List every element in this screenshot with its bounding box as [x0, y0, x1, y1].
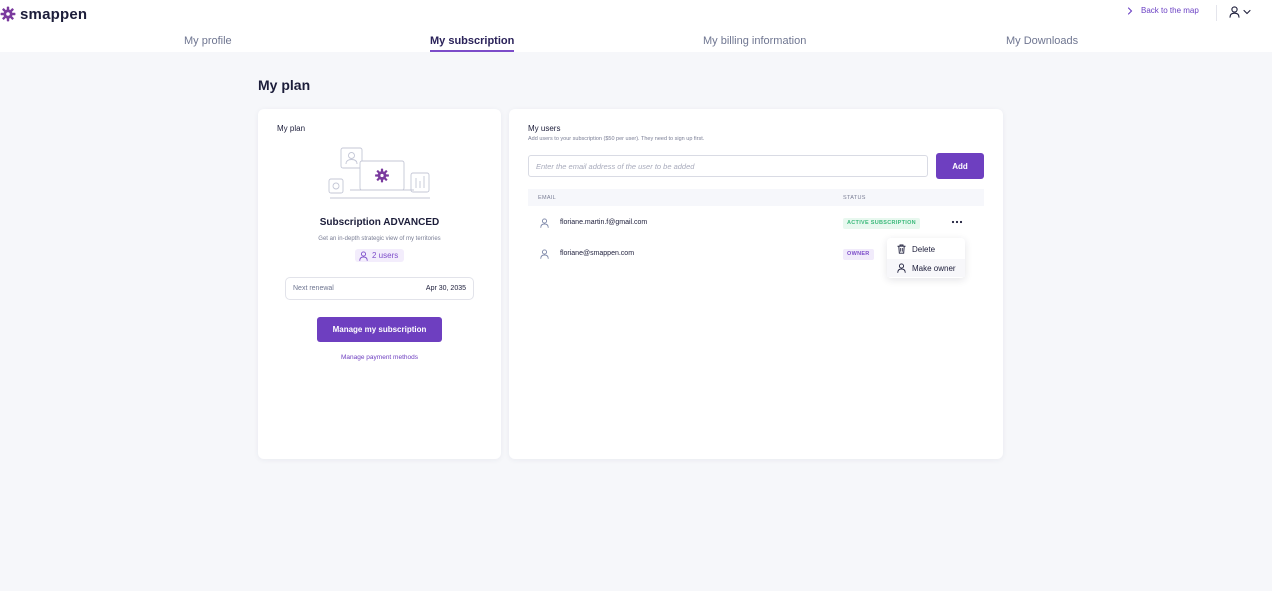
subscription-illustration-icon	[328, 147, 430, 199]
next-renewal-label: Next renewal	[293, 285, 334, 292]
chevron-down-icon	[1243, 9, 1251, 15]
page-title: My plan	[258, 77, 311, 93]
plan-description: Get an in-depth strategic view of my ter…	[318, 236, 441, 242]
more-options-icon[interactable]	[951, 216, 963, 228]
menu-item-delete[interactable]: Delete	[887, 240, 965, 258]
users-card: My users Add users to your subscription …	[509, 109, 1003, 459]
user-actions-menu: Delete Make owner	[887, 238, 965, 278]
plan-name: Subscription ADVANCED	[319, 217, 440, 228]
users-card-subtitle: Add users to your subscription ($50 per …	[528, 136, 705, 142]
back-to-map-link[interactable]: Back to the map	[1127, 6, 1199, 15]
users-table-header: EMAIL STATUS	[528, 189, 984, 206]
add-user-email-input[interactable]	[528, 155, 928, 177]
user-icon	[1229, 6, 1240, 18]
menu-item-make-owner-label: Make owner	[912, 263, 956, 273]
users-count-badge: 2 users	[355, 249, 405, 262]
tab-my-downloads[interactable]: My Downloads	[1006, 35, 1078, 47]
plan-card: My plan Subscription ADVANCED Get an in-…	[258, 109, 501, 459]
manage-subscription-button[interactable]: Manage my subscription	[317, 317, 442, 342]
next-renewal-date: Apr 30, 2035	[425, 285, 466, 292]
chevron-right-icon	[1127, 6, 1133, 15]
user-email: floriane@smappen.com	[560, 250, 635, 257]
column-header-status: STATUS	[843, 195, 866, 201]
tab-my-profile[interactable]: My profile	[184, 35, 232, 47]
table-row: floriane.martin.f@gmail.com ACTIVE SUBSC…	[528, 208, 984, 238]
users-card-title: My users	[528, 124, 561, 133]
status-badge: ACTIVE SUBSCRIPTION	[843, 218, 920, 229]
smappen-logo-icon	[0, 6, 16, 22]
next-renewal-box: Next renewal Apr 30, 2035	[285, 277, 474, 300]
top-bar: smappen Back to the map My profile My su…	[0, 0, 1272, 52]
app-logo[interactable]: smappen	[0, 5, 87, 23]
menu-item-delete-label: Delete	[912, 244, 936, 254]
add-user-button[interactable]: Add	[936, 153, 984, 179]
header-divider	[1216, 5, 1217, 21]
user-icon	[540, 249, 549, 259]
status-badge: OWNER	[843, 249, 874, 260]
tab-my-billing-information[interactable]: My billing information	[703, 35, 806, 47]
plan-card-title: My plan	[277, 124, 306, 133]
app-name: smappen	[20, 5, 88, 23]
user-menu-button[interactable]	[1229, 6, 1251, 18]
trash-icon	[897, 244, 906, 254]
manage-payment-methods-link[interactable]: Manage payment methods	[258, 354, 501, 361]
user-icon	[897, 263, 906, 273]
users-count-label: 2 users	[372, 251, 399, 260]
menu-item-make-owner[interactable]: Make owner	[887, 259, 965, 277]
tab-my-subscription[interactable]: My subscription	[430, 35, 515, 52]
column-header-email: EMAIL	[538, 195, 557, 201]
user-icon	[540, 218, 549, 228]
user-email: floriane.martin.f@gmail.com	[560, 219, 648, 226]
user-icon	[359, 250, 368, 261]
back-to-map-label: Back to the map	[1141, 6, 1199, 15]
